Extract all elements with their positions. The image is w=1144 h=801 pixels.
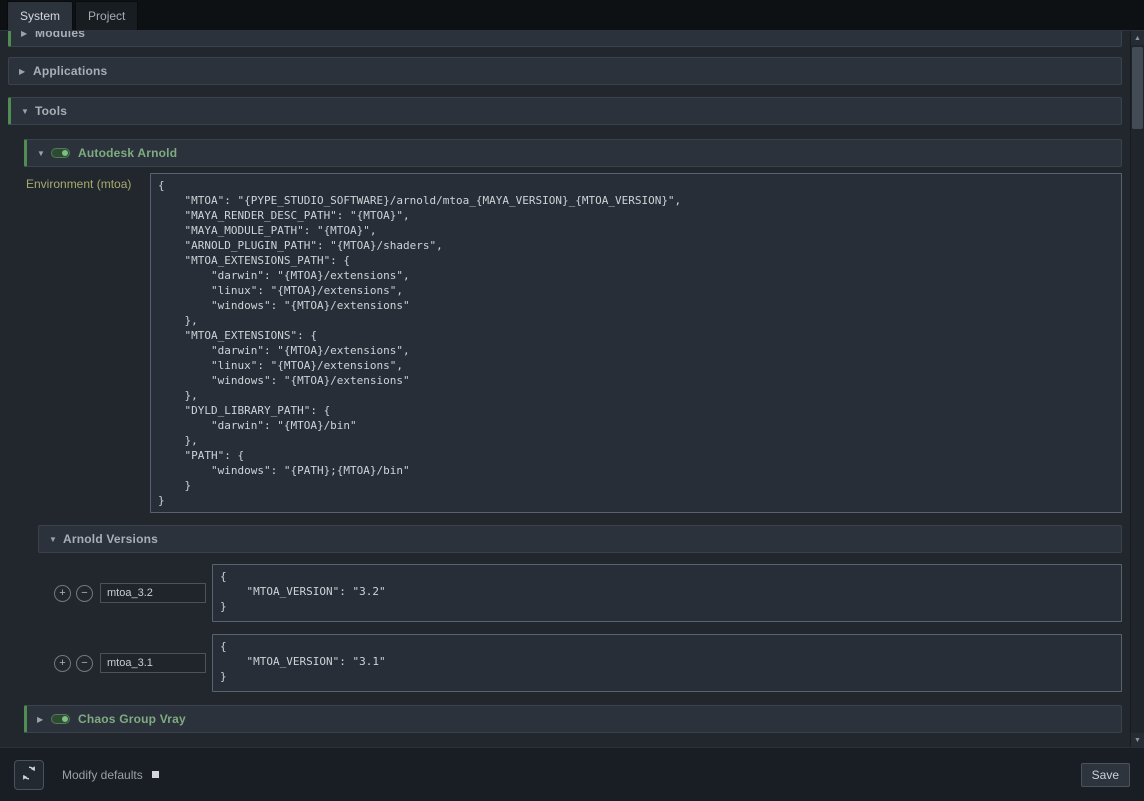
section-header-chaos-group-vray[interactable]: ▶ Chaos Group Vray: [24, 705, 1122, 733]
section-label-arnold-versions: Arnold Versions: [63, 532, 158, 546]
vertical-scrollbar[interactable]: ▲ ▼: [1130, 31, 1144, 747]
version-json-editor[interactable]: { "MTOA_VERSION": "3.1" }: [212, 634, 1122, 692]
version-row-mtoa-3-2: + − { "MTOA_VERSION": "3.2" }: [38, 563, 1122, 623]
section-label-tools: Tools: [35, 104, 67, 118]
modify-defaults-indicator[interactable]: [152, 771, 159, 778]
add-version-button[interactable]: +: [54, 585, 71, 602]
section-label-applications: Applications: [33, 64, 107, 78]
caret-right-icon: ▶: [37, 715, 51, 724]
scroll-down-button[interactable]: ▼: [1131, 733, 1144, 747]
settings-content: ▶ Modules ▶ Applications ▼ Tools ▼: [0, 31, 1130, 741]
section-header-tools[interactable]: ▼ Tools: [8, 97, 1122, 125]
remove-version-button[interactable]: −: [76, 655, 93, 672]
save-button[interactable]: Save: [1081, 763, 1130, 787]
refresh-button[interactable]: [14, 760, 44, 790]
settings-scroll-area: ▶ Modules ▶ Applications ▼ Tools ▼: [0, 31, 1130, 747]
version-row-mtoa-3-1: + − { "MTOA_VERSION": "3.1" }: [38, 633, 1122, 693]
caret-down-icon: ▼: [37, 149, 51, 158]
version-json-editor[interactable]: { "MTOA_VERSION": "3.2" }: [212, 564, 1122, 622]
environment-label: Environment (mtoa): [24, 173, 150, 513]
settings-window: System Project ▶ Modules ▶ Applications …: [0, 0, 1144, 801]
tools-section-body: ▼ Autodesk Arnold Environment (mtoa) { "…: [8, 139, 1122, 733]
section-label-chaos-group-vray: Chaos Group Vray: [78, 712, 186, 726]
caret-right-icon: ▶: [21, 31, 35, 38]
caret-right-icon: ▶: [19, 67, 33, 76]
caret-down-icon: ▼: [49, 535, 63, 544]
environment-json-editor[interactable]: { "MTOA": "{PYPE_STUDIO_SOFTWARE}/arnold…: [150, 173, 1122, 513]
version-key-input[interactable]: [100, 583, 206, 603]
section-header-arnold-versions[interactable]: ▼ Arnold Versions: [38, 525, 1122, 553]
scrollbar-thumb[interactable]: [1132, 47, 1143, 129]
footer-bar: Modify defaults Save: [0, 747, 1144, 801]
toggle-switch-icon[interactable]: [51, 714, 70, 724]
tab-system[interactable]: System: [7, 1, 73, 30]
tab-project[interactable]: Project: [75, 1, 138, 30]
section-label-modules: Modules: [35, 31, 85, 40]
modify-defaults-label: Modify defaults: [62, 768, 143, 782]
version-key-input[interactable]: [100, 653, 206, 673]
add-version-button[interactable]: +: [54, 655, 71, 672]
section-header-autodesk-arnold[interactable]: ▼ Autodesk Arnold: [24, 139, 1122, 167]
section-header-applications[interactable]: ▶ Applications: [8, 57, 1122, 85]
remove-version-button[interactable]: −: [76, 585, 93, 602]
tab-bar: System Project: [0, 0, 1144, 30]
scrollbar-track[interactable]: [1131, 45, 1144, 733]
section-header-modules[interactable]: ▶ Modules: [8, 31, 1122, 47]
scroll-up-button[interactable]: ▲: [1131, 31, 1144, 45]
caret-down-icon: ▼: [21, 107, 35, 116]
toggle-switch-icon[interactable]: [51, 148, 70, 158]
environment-row: Environment (mtoa) { "MTOA": "{PYPE_STUD…: [24, 173, 1122, 513]
settings-viewport: ▶ Modules ▶ Applications ▼ Tools ▼: [0, 30, 1144, 747]
refresh-icon: [21, 765, 37, 784]
section-label-autodesk-arnold: Autodesk Arnold: [78, 146, 177, 160]
